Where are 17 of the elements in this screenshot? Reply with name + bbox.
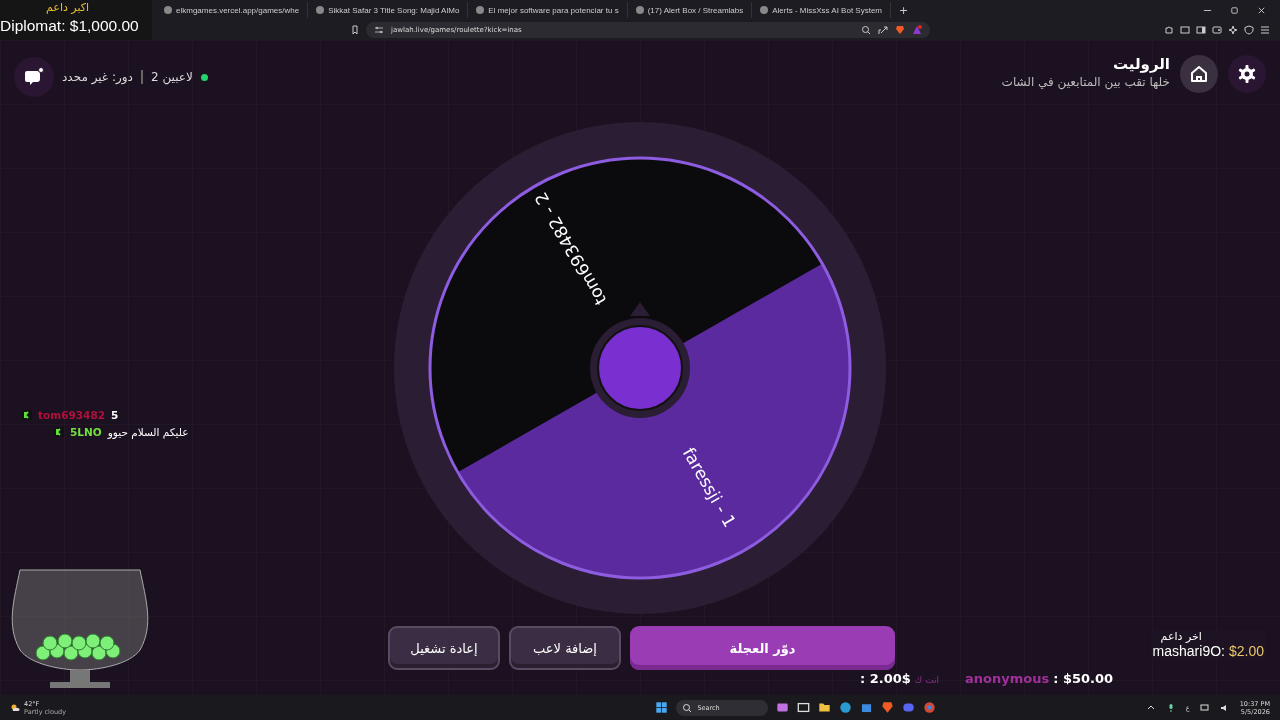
top-donor-amount: Diplomat: $1,000.00 (0, 16, 139, 36)
turn-status: دور: غير محدد (62, 70, 133, 84)
last-donor-amount: $2.00 (1228, 643, 1264, 659)
donation-amount: : 2.00$ (860, 671, 911, 686)
player-count: 2 لاعبين (150, 70, 193, 84)
donor-name: anonymous (965, 671, 1050, 686)
chat-message: عليكم السلام حيوو (107, 426, 189, 438)
last-donor-title: اخر داعم (1160, 630, 1202, 643)
page-title: الروليت (1112, 55, 1170, 73)
chat-username: 5LNO (70, 426, 102, 438)
page-subtitle: خلها تقب بين المتابعين في الشات (1001, 75, 1170, 89)
chat-username: tom693482 (38, 409, 105, 421)
chat-message: 5 (111, 409, 119, 421)
last-donor-name: mashari9O: (1152, 643, 1225, 659)
donor-name: انت ك (914, 675, 939, 685)
top-donor-title: اكبر داعم (46, 0, 90, 16)
donation-amount: : $50.00 (1053, 671, 1114, 686)
